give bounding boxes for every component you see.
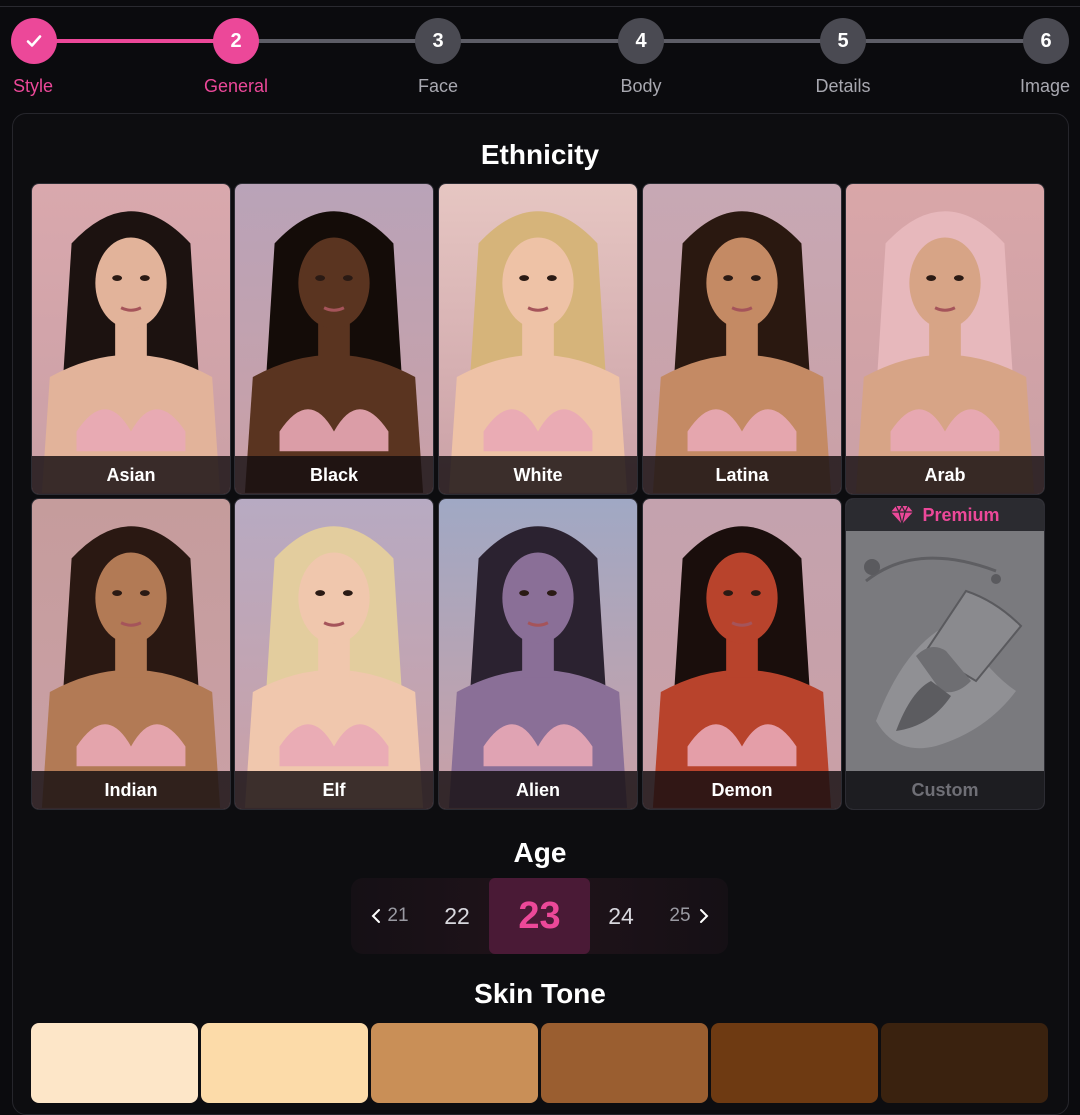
premium-label: Premium bbox=[922, 504, 1000, 525]
step-label-image[interactable]: Image bbox=[1020, 76, 1070, 97]
step-number: 5 bbox=[837, 29, 849, 52]
skin-tone-swatch-3[interactable] bbox=[371, 1023, 538, 1103]
step-6-circle[interactable]: 6 bbox=[1023, 18, 1069, 64]
portrait-image bbox=[652, 526, 832, 808]
ethnicity-card-custom[interactable]: Premium Custom bbox=[845, 498, 1045, 810]
card-label: Custom bbox=[846, 771, 1044, 809]
age-title: Age bbox=[513, 837, 567, 868]
premium-badge: Premium bbox=[846, 499, 1044, 531]
age-option[interactable]: 24 bbox=[595, 878, 647, 954]
ethnicity-card-white[interactable]: White bbox=[438, 183, 638, 495]
step-label-style[interactable]: Style bbox=[13, 76, 53, 97]
step-number: 2 bbox=[230, 29, 242, 52]
portrait-image bbox=[244, 526, 424, 808]
diamond-icon bbox=[891, 505, 914, 525]
card-label: Indian bbox=[32, 771, 230, 809]
step-number: 3 bbox=[432, 29, 444, 52]
ethnicity-card-indian[interactable]: Indian bbox=[31, 498, 231, 810]
card-label: Black bbox=[235, 456, 433, 494]
card-label: Asian bbox=[32, 456, 230, 494]
age-picker[interactable]: 21 22 23 24 25 bbox=[351, 878, 728, 954]
card-label: Alien bbox=[439, 771, 637, 809]
skin-tone-swatch-5[interactable] bbox=[711, 1023, 878, 1103]
skin-tone-title: Skin Tone bbox=[474, 978, 606, 1009]
step-4-circle[interactable]: 4 bbox=[618, 18, 664, 64]
step-label-details[interactable]: Details bbox=[815, 76, 870, 97]
card-label: White bbox=[439, 456, 637, 494]
step-number: 6 bbox=[1040, 29, 1052, 52]
ethnicity-card-arab[interactable]: Arab bbox=[845, 183, 1045, 495]
ethnicity-card-asian[interactable]: Asian bbox=[31, 183, 231, 495]
card-label: Demon bbox=[643, 771, 841, 809]
step-2-circle[interactable]: 2 bbox=[213, 18, 259, 64]
portrait-image bbox=[652, 211, 832, 493]
skin-tone-swatch-2[interactable] bbox=[201, 1023, 368, 1103]
ethnicity-card-latina[interactable]: Latina bbox=[642, 183, 842, 495]
skin-tone-swatch-4[interactable] bbox=[541, 1023, 708, 1103]
step-label-general[interactable]: General bbox=[204, 76, 268, 97]
age-option-selected[interactable]: 23 bbox=[489, 878, 590, 954]
portrait-image bbox=[41, 526, 221, 808]
ethnicity-card-black[interactable]: Black bbox=[234, 183, 434, 495]
step-number: 4 bbox=[635, 29, 647, 52]
ethnicity-title: Ethnicity bbox=[480, 139, 600, 170]
step-1-circle[interactable] bbox=[11, 18, 57, 64]
portrait-image bbox=[448, 526, 628, 808]
portrait-image bbox=[448, 211, 628, 493]
portrait-image bbox=[855, 211, 1035, 493]
skin-tone-swatch-1[interactable] bbox=[31, 1023, 198, 1103]
ethnicity-card-elf[interactable]: Elf bbox=[234, 498, 434, 810]
portrait-image bbox=[244, 211, 424, 493]
age-option[interactable]: 22 bbox=[431, 878, 483, 954]
step-label-body[interactable]: Body bbox=[620, 76, 661, 97]
card-label: Elf bbox=[235, 771, 433, 809]
age-option[interactable]: 21 bbox=[381, 878, 415, 954]
stepper-track-completed bbox=[34, 39, 236, 43]
check-icon bbox=[26, 35, 42, 47]
ethnicity-card-alien[interactable]: Alien bbox=[438, 498, 638, 810]
card-label: Arab bbox=[846, 456, 1044, 494]
step-5-circle[interactable]: 5 bbox=[820, 18, 866, 64]
portrait-image bbox=[41, 211, 221, 493]
step-3-circle[interactable]: 3 bbox=[415, 18, 461, 64]
card-label: Latina bbox=[643, 456, 841, 494]
chevron-right-icon[interactable] bbox=[691, 902, 717, 930]
paintbrush-icon bbox=[846, 531, 1044, 773]
ethnicity-card-demon[interactable]: Demon bbox=[642, 498, 842, 810]
progress-stepper: 2 3 4 5 6 Style General Face Body Detail… bbox=[0, 0, 1080, 110]
skin-tone-swatch-6[interactable] bbox=[881, 1023, 1048, 1103]
step-label-face[interactable]: Face bbox=[418, 76, 458, 97]
